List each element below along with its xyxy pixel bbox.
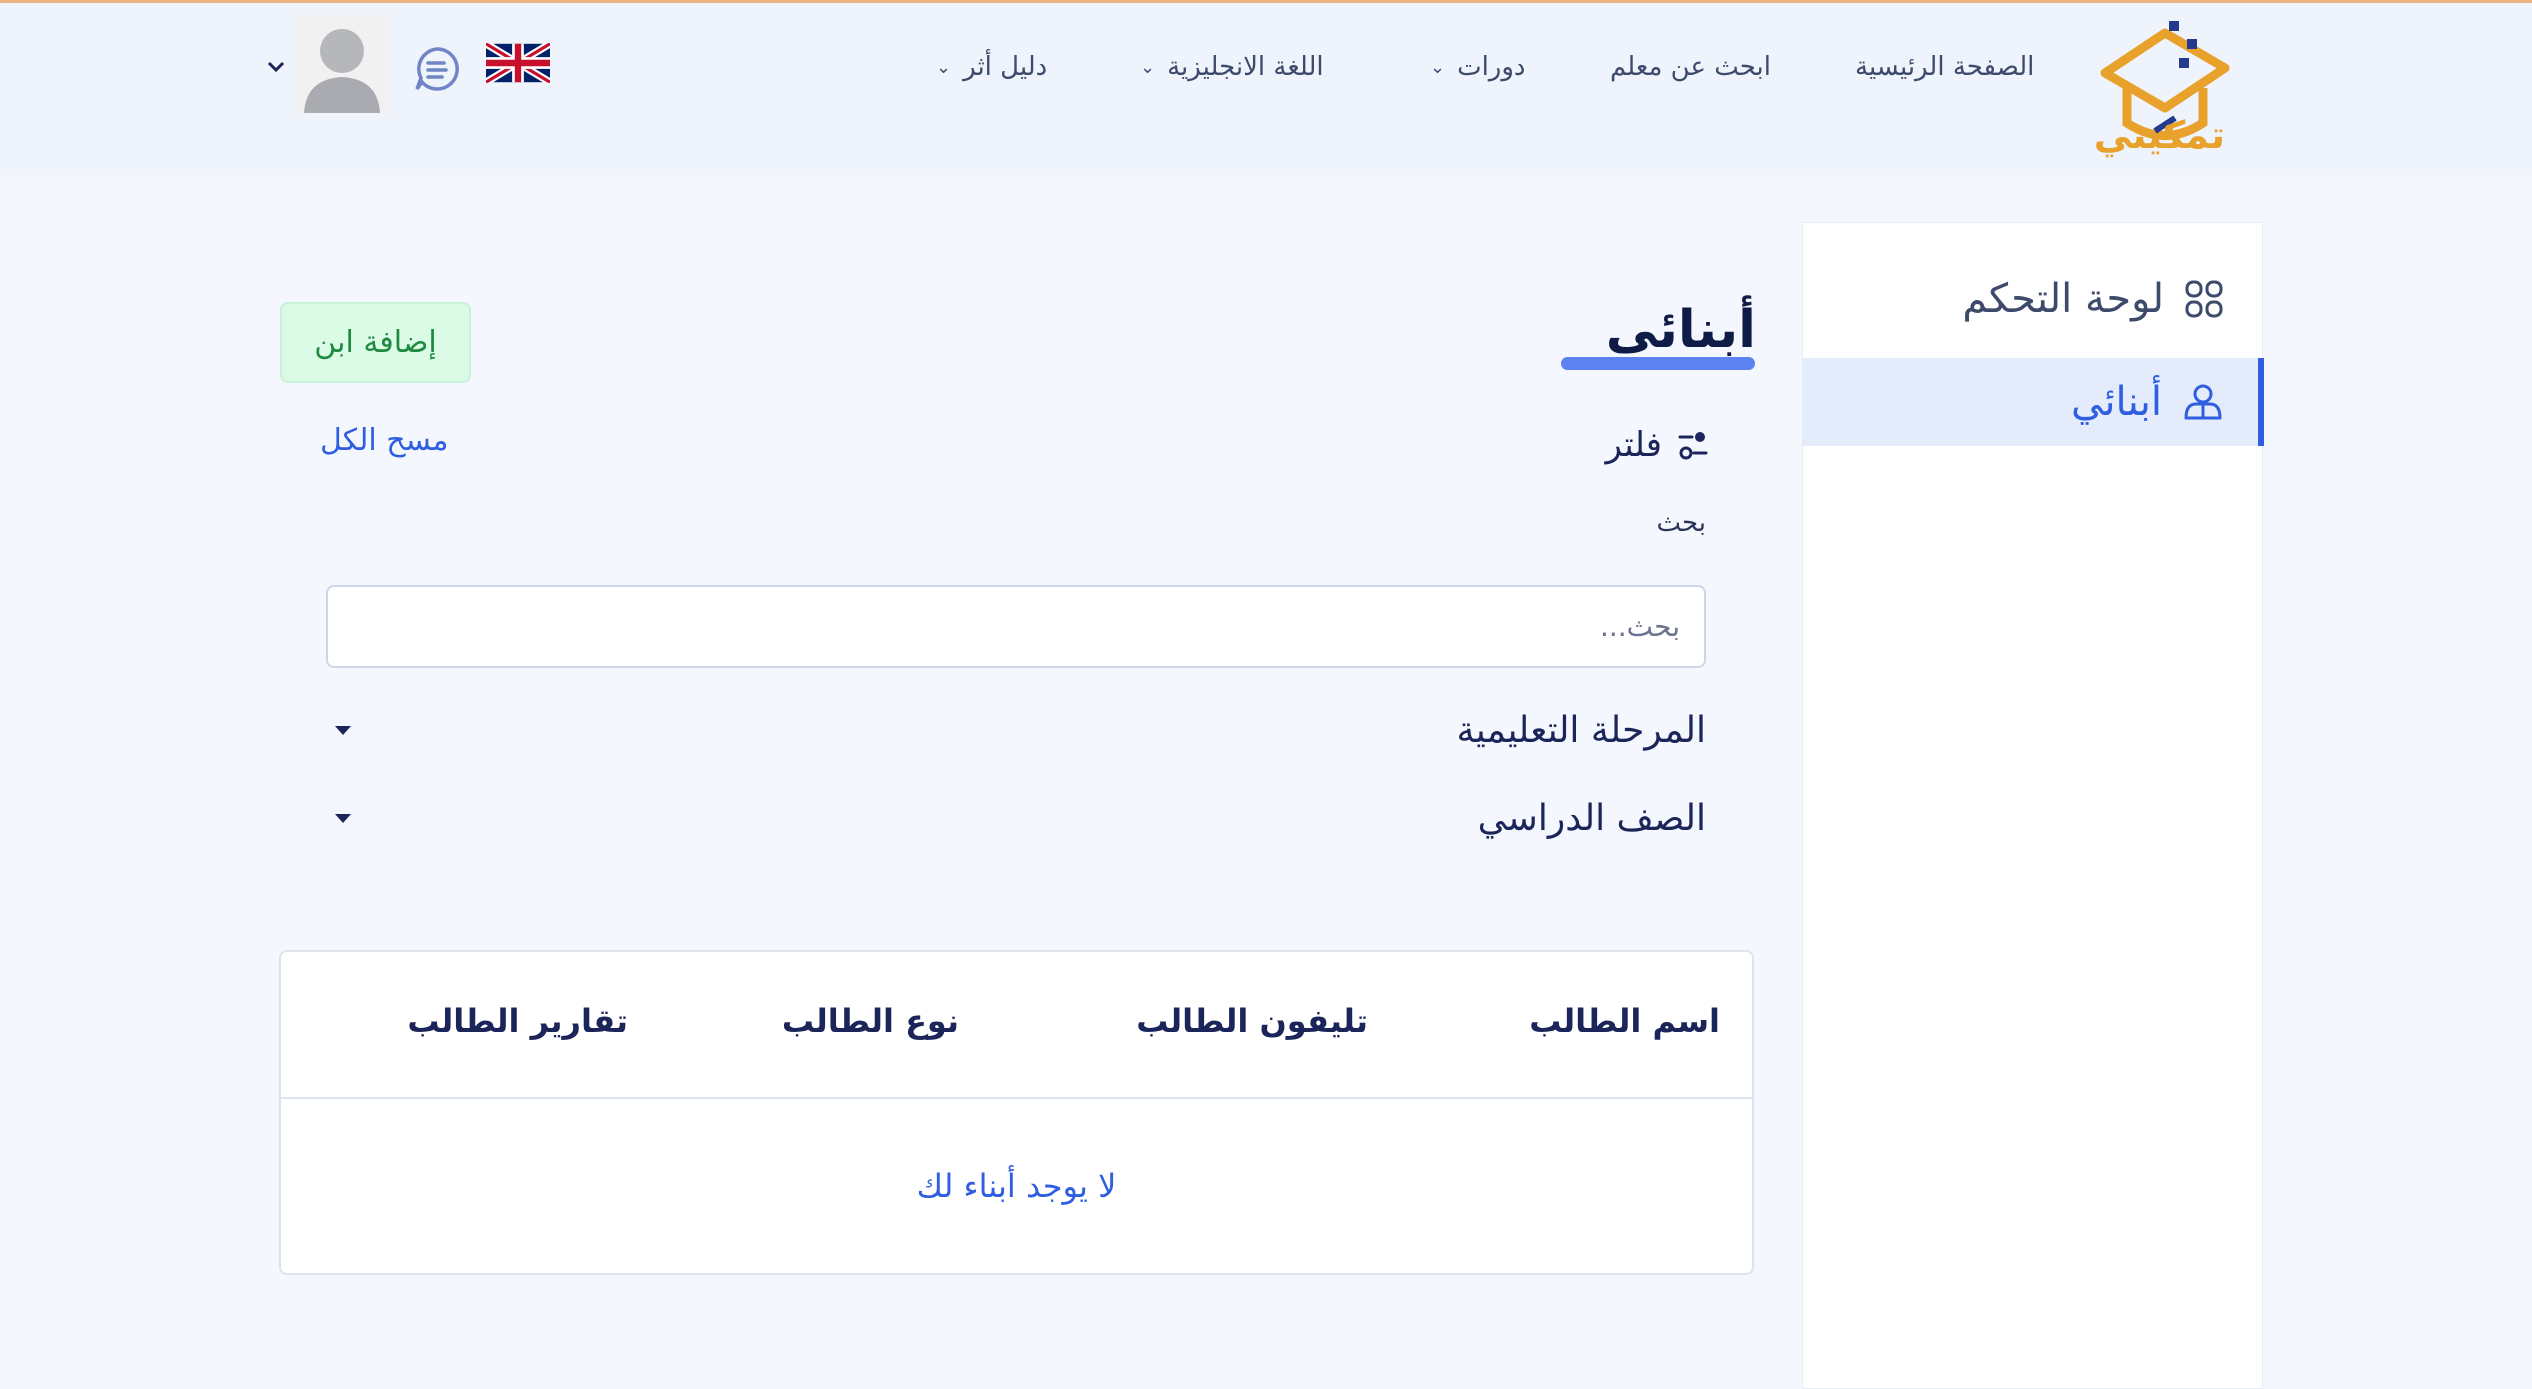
chevron-down-icon: ⌄ <box>936 56 952 78</box>
filter-icon <box>1678 432 1708 460</box>
nav-athar-guide-label: دليل أثر <box>963 52 1048 82</box>
table-divider <box>281 1097 1752 1099</box>
user-avatar-icon <box>304 29 380 113</box>
search-label: بحث <box>1656 508 1706 538</box>
nav-courses[interactable]: ⌄ دورات <box>1430 45 1525 89</box>
sidebar-item-my-children[interactable]: أبنائي <box>1803 358 2264 446</box>
children-table: اسم الطالب تليفون الطالب نوع الطالب تقار… <box>279 950 1754 1275</box>
add-child-button[interactable]: إضافة ابن <box>280 302 471 383</box>
education-stage-select[interactable]: المرحلة التعليمية <box>326 700 1706 760</box>
chat-icon[interactable] <box>413 45 461 93</box>
filter-header: فلتر <box>1550 420 1710 470</box>
nav-home-label: الصفحة الرئيسية <box>1855 52 2035 82</box>
education-stage-label: المرحلة التعليمية <box>1456 709 1706 751</box>
nav-english-label: اللغة الانجليزية <box>1167 52 1324 82</box>
sidebar: لوحة التحكم أبنائي <box>1802 222 2264 1389</box>
users-icon <box>2184 384 2222 420</box>
grade-label: الصف الدراسي <box>1477 797 1706 839</box>
filter-label: فلتر <box>1605 425 1662 465</box>
nav-courses-label: دورات <box>1457 52 1526 82</box>
caret-down-icon <box>335 813 351 823</box>
caret-down-icon <box>335 725 351 735</box>
column-header-reports: تقارير الطالب <box>407 1002 628 1040</box>
sidebar-item-label: أبنائي <box>2071 379 2162 425</box>
search-input[interactable] <box>326 585 1706 668</box>
nav-home[interactable]: الصفحة الرئيسية <box>1855 45 2034 89</box>
nav-english[interactable]: ⌄ اللغة الانجليزية <box>1140 45 1324 89</box>
avatar[interactable] <box>294 15 390 113</box>
chevron-down-icon[interactable] <box>262 53 290 81</box>
nav-find-teacher[interactable]: ابحث عن معلم <box>1610 45 1771 89</box>
nav-athar-guide[interactable]: ⌄ دليل أثر <box>936 45 1047 89</box>
sidebar-item-label: لوحة التحكم <box>1962 276 2164 322</box>
column-header-name: اسم الطالب <box>1529 1002 1720 1040</box>
top-header: تمكيني الصفحة الرئيسية ابحث عن معلم ⌄ دو… <box>0 3 2532 175</box>
column-header-phone: تليفون الطالب <box>1136 1002 1368 1040</box>
empty-table-message: لا يوجد أبناء لك <box>916 1167 1117 1205</box>
logo-text: تمكيني <box>2093 113 2225 157</box>
chevron-down-icon: ⌄ <box>1430 56 1446 78</box>
sidebar-item-dashboard[interactable]: لوحة التحكم <box>1803 255 2264 343</box>
grade-select[interactable]: الصف الدراسي <box>326 788 1706 848</box>
clear-all-link[interactable]: مسح الكل <box>320 423 480 458</box>
uk-flag-icon[interactable] <box>486 43 550 83</box>
nav-find-teacher-label: ابحث عن معلم <box>1610 52 1771 82</box>
column-header-type: نوع الطالب <box>781 1002 959 1040</box>
chevron-down-icon: ⌄ <box>1140 56 1156 78</box>
page-title: أبنائى <box>1605 300 1756 360</box>
grid-icon <box>2185 280 2223 318</box>
